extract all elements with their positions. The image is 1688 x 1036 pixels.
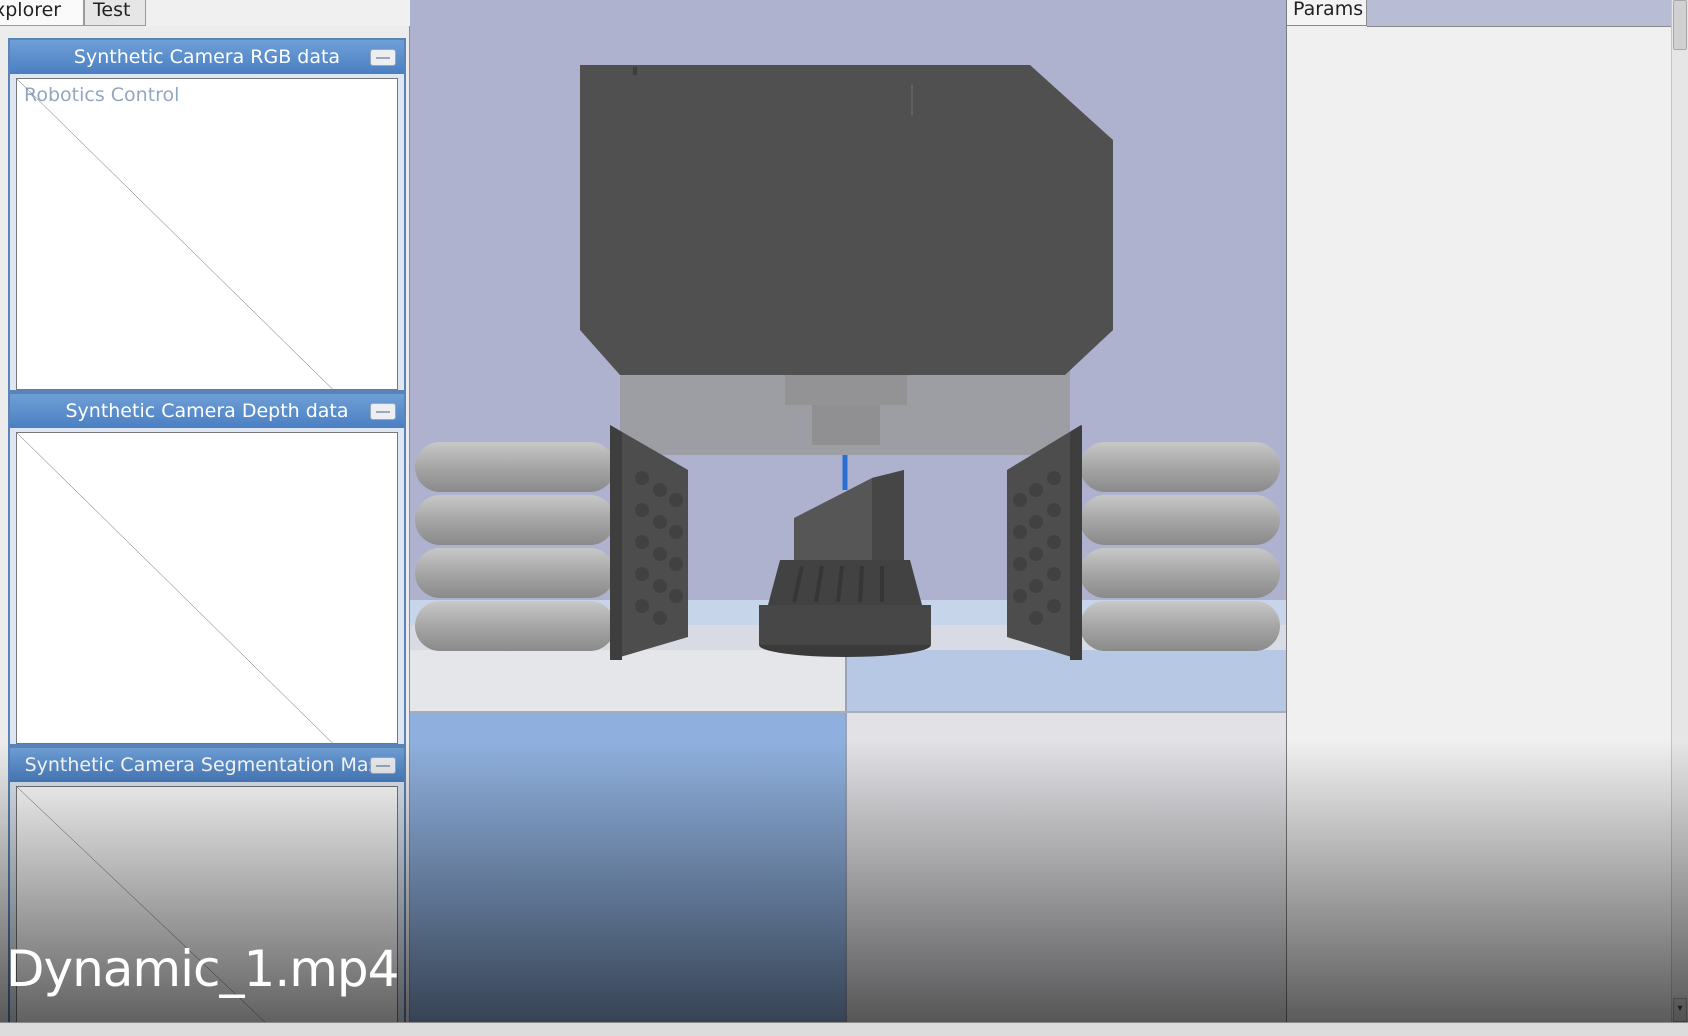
segmentation-camera-title: Synthetic Camera Segmentation Mask bbox=[24, 754, 390, 776]
params-header-bar bbox=[1367, 0, 1673, 27]
robot-scene bbox=[410, 65, 1286, 1022]
video-filename-overlay: Dynamic_1.mp4 bbox=[6, 940, 399, 998]
left-fingers bbox=[415, 442, 615, 651]
rgb-camera-title: Synthetic Camera RGB data bbox=[73, 46, 341, 68]
segmentation-minimize-button[interactable] bbox=[370, 757, 396, 774]
rgb-camera-panel: Synthetic Camera RGB data bbox=[8, 38, 406, 392]
params-scrollbar[interactable]: ▾ bbox=[1671, 0, 1688, 1022]
rgb-minimize-button[interactable] bbox=[370, 49, 396, 66]
tab-test[interactable]: Test bbox=[84, 0, 146, 26]
depth-minimize-button[interactable] bbox=[370, 403, 396, 420]
status-bar bbox=[0, 1022, 1688, 1036]
rgb-camera-title-bar[interactable]: Synthetic Camera RGB data bbox=[10, 40, 404, 74]
scrollbar-thumb[interactable] bbox=[1673, 0, 1687, 50]
depth-camera-panel: Synthetic Camera Depth data bbox=[8, 392, 406, 746]
empty-image-placeholder bbox=[17, 79, 397, 389]
right-panel: Params ▾ bbox=[1286, 0, 1688, 1022]
tab-params[interactable]: Params bbox=[1287, 0, 1367, 26]
simulation-viewport[interactable] bbox=[410, 0, 1286, 1022]
depth-camera-title: Synthetic Camera Depth data bbox=[65, 400, 349, 422]
rgb-camera-view bbox=[16, 78, 398, 390]
tab-explorer[interactable]: xplorer bbox=[0, 0, 84, 26]
left-tab-bar: xplorer Test bbox=[0, 0, 410, 28]
scroll-down-arrow-icon[interactable]: ▾ bbox=[1673, 998, 1687, 1022]
right-fingers bbox=[1080, 442, 1280, 651]
depth-camera-view bbox=[16, 432, 398, 744]
left-panel: Synthetic Camera RGB data Synthetic Came… bbox=[0, 26, 410, 1035]
depth-camera-title-bar[interactable]: Synthetic Camera Depth data bbox=[10, 394, 404, 428]
segmentation-camera-title-bar[interactable]: Synthetic Camera Segmentation Mask bbox=[10, 748, 404, 782]
empty-image-placeholder bbox=[17, 433, 397, 743]
